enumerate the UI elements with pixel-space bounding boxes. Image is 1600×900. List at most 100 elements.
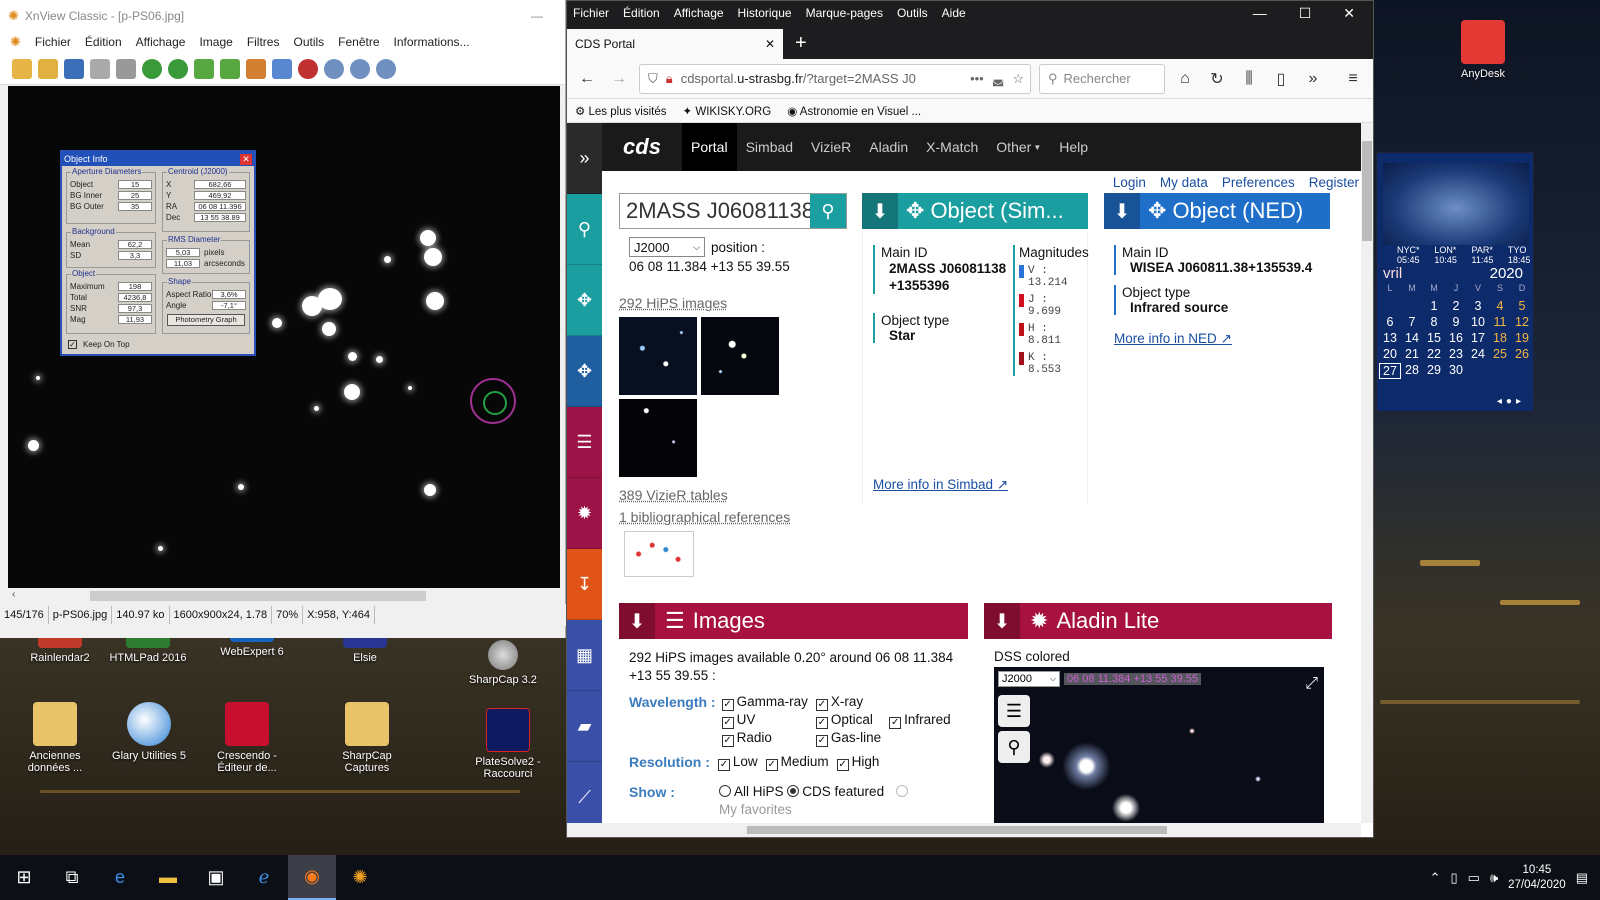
ff-menu-historique[interactable]: Historique <box>738 6 792 20</box>
tab-cds-portal[interactable]: CDS Portal ✕ <box>567 29 783 59</box>
save-icon[interactable] <box>64 58 84 79</box>
menu-fichier[interactable]: Fichier <box>35 35 71 49</box>
slideshow-icon[interactable] <box>272 58 292 79</box>
object-info-titlebar[interactable]: Object Info ✕ <box>62 152 254 166</box>
calendar-day[interactable]: 3 <box>1467 299 1489 313</box>
resolution-medium-checkbox[interactable]: ✓ Medium <box>765 753 829 771</box>
layers-icon[interactable]: ☰ <box>998 695 1030 727</box>
zoom-in-icon[interactable] <box>324 58 344 79</box>
scan-icon[interactable] <box>90 58 110 79</box>
calendar-day[interactable]: 29 <box>1423 363 1445 379</box>
calendar-day[interactable]: 26 <box>1511 347 1533 361</box>
wavelength-optical-checkbox[interactable]: ✓ Optical <box>815 711 881 729</box>
wavelength-radio-checkbox[interactable]: ✓ Radio <box>721 729 808 747</box>
collapse-arrow-icon[interactable]: ⬇ <box>862 193 898 229</box>
nav-help[interactable]: Help <box>1050 123 1097 171</box>
task-view-icon[interactable]: ⧉ <box>48 855 96 900</box>
calendar-day[interactable]: 20 <box>1379 347 1401 361</box>
page-horizontal-scrollbar[interactable] <box>567 823 1361 837</box>
wavelength-gamma-checkbox[interactable]: ✓ Gamma-ray <box>721 693 808 711</box>
page-vertical-scrollbar[interactable] <box>1361 123 1373 823</box>
calendar-day[interactable] <box>1467 363 1489 379</box>
ned-panel-header[interactable]: ⬇ ✥ Object (NED) <box>1104 193 1330 229</box>
preferences-link[interactable]: Preferences <box>1222 175 1295 190</box>
sort-icon[interactable]: ↧ <box>567 549 602 620</box>
maximize-icon[interactable]: ☐ <box>1299 5 1312 22</box>
wavelength-infrared-checkbox[interactable]: ✓ Infrared <box>889 711 951 729</box>
calendar-day[interactable]: 14 <box>1401 331 1423 345</box>
wavelength-uv-checkbox[interactable]: ✓ UV <box>721 711 808 729</box>
ff-menu-affichage[interactable]: Affichage <box>674 6 724 20</box>
calendar-day[interactable]: 28 <box>1401 363 1423 379</box>
xnview-horizontal-scrollbar[interactable]: ‹ <box>8 588 560 604</box>
reload-icon[interactable]: ↻ <box>1205 69 1229 89</box>
desktop-icon-sharpcap[interactable]: SharpCap 3.2 <box>458 640 548 686</box>
hamburger-menu-icon[interactable]: ≡ <box>1341 70 1365 88</box>
plot-icon[interactable]: ⟋ <box>567 762 602 823</box>
my-data-link[interactable]: My data <box>1160 175 1208 190</box>
aladin-coordinates[interactable]: 06 08 11.384 +13 55 39.55 <box>1064 673 1202 685</box>
keep-on-top-checkbox[interactable]: ✓ Keep On Top <box>68 340 130 349</box>
collapse-arrow-icon[interactable]: ⬇ <box>1104 193 1140 229</box>
hips-images-link[interactable]: 292 HiPS images <box>619 295 727 311</box>
overflow-icon[interactable]: » <box>1301 70 1325 88</box>
firefox-icon[interactable]: ◉ <box>288 855 336 900</box>
menu-filtres[interactable]: Filtres <box>247 35 280 49</box>
calendar-day[interactable]: 19 <box>1511 331 1533 345</box>
export-icon[interactable] <box>246 58 266 79</box>
shield-icon[interactable]: ⛉ <box>648 71 658 87</box>
calendar-day[interactable]: 5 <box>1511 299 1533 313</box>
menu-outils[interactable]: Outils <box>293 35 324 49</box>
show-cds-featured-radio[interactable]: CDS featured <box>787 784 884 799</box>
calendar-day[interactable]: 17 <box>1467 331 1489 345</box>
tab-close-icon[interactable]: ✕ <box>765 37 775 51</box>
close-window-icon[interactable]: ✕ <box>1343 5 1355 22</box>
aperture-bg-inner-field[interactable]: 25 <box>118 191 152 200</box>
delete-icon[interactable] <box>298 58 318 79</box>
new-tab-icon[interactable]: + <box>783 32 819 59</box>
aladin-sky-view[interactable]: J2000 ⌵ 06 08 11.384 +13 55 39.55 ⤢ ☰ ⚲ <box>994 667 1324 823</box>
desktop-icon-anciennes[interactable]: Anciennes données ... <box>10 702 100 774</box>
calendar-day[interactable]: 24 <box>1467 347 1489 361</box>
xnview-titlebar[interactable]: ✺ XnView Classic - [p-PS06.jpg] — <box>0 0 565 31</box>
search-icon[interactable]: ⚲ <box>567 194 602 265</box>
copy-icon[interactable] <box>220 58 240 79</box>
photometry-plot-thumbnail[interactable] <box>624 531 694 577</box>
hips-thumbnail[interactable] <box>701 317 779 395</box>
search-button-icon[interactable]: ⚲ <box>810 194 846 228</box>
crop-icon[interactable] <box>116 58 136 79</box>
expand-sidebar-icon[interactable]: » <box>567 123 602 194</box>
calendar-day[interactable]: 16 <box>1445 331 1467 345</box>
move-icon[interactable] <box>194 58 214 79</box>
calendar-day[interactable]: 6 <box>1379 315 1401 329</box>
desktop-icon-anydesk[interactable]: AnyDesk <box>1438 20 1528 80</box>
hips-thumbnail[interactable] <box>619 317 697 395</box>
sidebar-icon[interactable]: ▯ <box>1269 69 1293 89</box>
aladin-equinox-select[interactable]: J2000 ⌵ <box>998 671 1060 687</box>
volume-icon[interactable]: 🕪︎ <box>1490 870 1498 886</box>
more-info-simbad-link[interactable]: More info in Simbad ↗ <box>873 477 1008 493</box>
bookmark-most-visited[interactable]: ⚙ Les plus visités <box>575 104 667 118</box>
clock[interactable]: 10:45 27/04/2020 <box>1508 863 1566 893</box>
rotate-right-icon[interactable] <box>168 58 188 79</box>
control-panel-icon[interactable]: ▣ <box>192 855 240 900</box>
search-field[interactable]: ⚲ Rechercher <box>1039 63 1165 94</box>
home-icon[interactable]: ⌂ <box>1173 70 1197 88</box>
photometry-graph-button[interactable]: Photometry Graph <box>167 314 245 326</box>
resolution-high-checkbox[interactable]: ✓ High <box>836 753 879 771</box>
wavelength-xray-checkbox[interactable]: ✓ X-ray <box>815 693 881 711</box>
calendar-day[interactable]: 30 <box>1445 363 1467 379</box>
calendar-day[interactable] <box>1489 363 1511 379</box>
desktop-icon-platesolve[interactable]: PlateSolve2 - Raccourci <box>463 708 553 780</box>
ff-menu-aide[interactable]: Aide <box>942 6 966 20</box>
nav-aladin[interactable]: Aladin <box>860 123 917 171</box>
page-actions-icon[interactable]: ••• <box>970 71 984 86</box>
minimize-icon[interactable]: — <box>1253 5 1267 22</box>
url-bar[interactable]: ⛉ 🔒︎ cdsportal.u-strasbg.fr/?target=2MAS… <box>639 63 1031 94</box>
aperture-object-field[interactable]: 15 <box>118 180 152 189</box>
calendar-day[interactable]: 15 <box>1423 331 1445 345</box>
calendar-day[interactable]: 23 <box>1445 347 1467 361</box>
show-all-hips-radio[interactable]: All HiPS <box>719 784 784 799</box>
xnview-icon[interactable]: ✺ <box>336 855 384 900</box>
calendar-day[interactable]: 21 <box>1401 347 1423 361</box>
